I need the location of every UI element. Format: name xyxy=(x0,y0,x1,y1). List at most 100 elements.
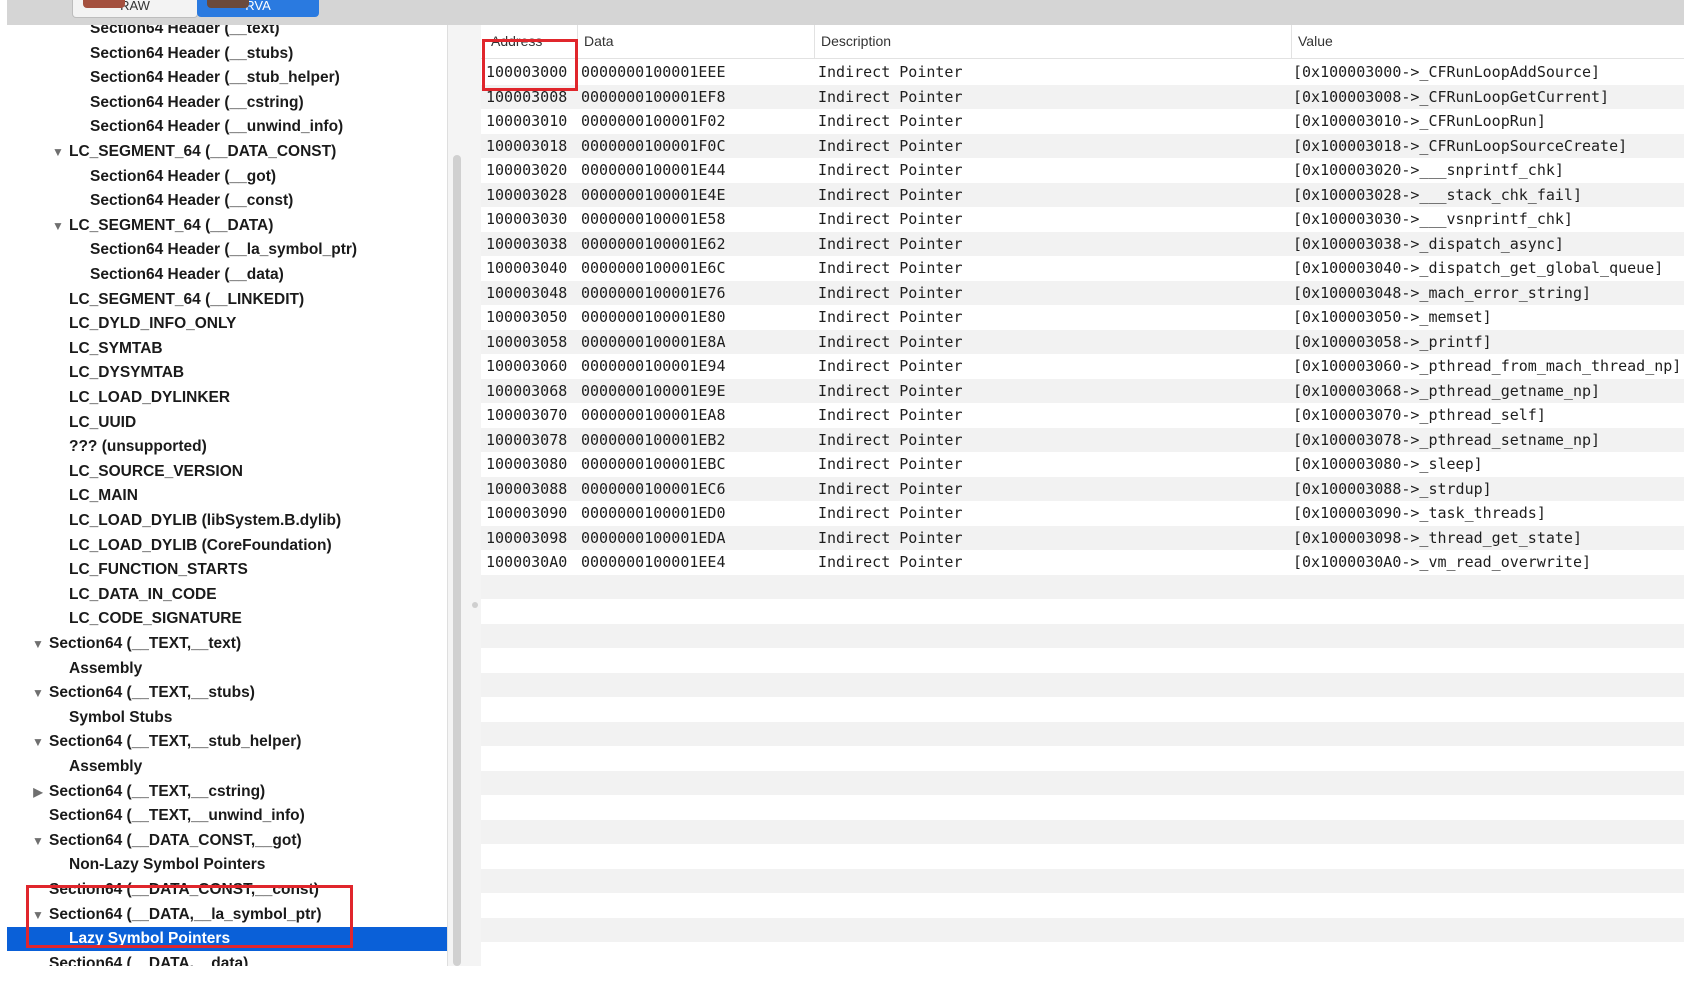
table-row[interactable]: 100003010 0000000100001F02 Indirect Pointe… xyxy=(481,109,1684,134)
column-header-value[interactable]: Value xyxy=(1291,25,1684,58)
empty-table-row[interactable] xyxy=(481,942,1684,966)
sidebar-tree-item[interactable]: LC_DYSYMTAB xyxy=(7,361,447,385)
table-row[interactable]: 100003058 0000000100001E8A Indirect Pointe… xyxy=(481,329,1684,354)
table-row[interactable]: 100003050 0000000100001E80 Indirect Pointe… xyxy=(481,305,1684,330)
tab-raw[interactable]: RAW xyxy=(72,0,198,18)
sidebar-tree-item[interactable]: ▶ Section64 (__TEXT,__cstring) xyxy=(7,780,447,804)
table-row[interactable]: 100003060 0000000100001E94 Indirect Pointe… xyxy=(481,354,1684,379)
empty-table-row[interactable] xyxy=(481,844,1684,869)
sidebar-tree-item[interactable]: LC_LOAD_DYLINKER xyxy=(7,386,447,410)
empty-table-row[interactable] xyxy=(481,868,1684,893)
sidebar-tree-item[interactable]: Assembly xyxy=(7,755,447,779)
sidebar-tree-item[interactable]: Section64 Header (__const) xyxy=(7,189,447,213)
sidebar-tree-item[interactable]: Lazy Symbol Pointers xyxy=(7,927,447,952)
sidebar-tree-item[interactable]: LC_SEGMENT_64 (__LINKEDIT) xyxy=(7,288,447,312)
empty-table-row[interactable] xyxy=(481,746,1684,771)
empty-table-row[interactable] xyxy=(481,917,1684,942)
empty-table-row[interactable] xyxy=(481,672,1684,697)
empty-table-row[interactable] xyxy=(481,893,1684,918)
sidebar-tree-item[interactable]: Section64 (__DATA,__data) xyxy=(7,952,447,966)
tab-rva[interactable]: RVA xyxy=(197,0,319,17)
disclosure-collapsed-icon[interactable]: ▶ xyxy=(31,780,45,804)
table-row[interactable]: 100003078 0000000100001EB2 Indirect Pointe… xyxy=(481,427,1684,452)
empty-table-row[interactable] xyxy=(481,574,1684,599)
disclosure-expanded-icon[interactable]: ▼ xyxy=(51,214,65,238)
table-row[interactable]: 100003000 0000000100001EEE Indirect Pointe… xyxy=(481,60,1684,85)
sidebar-tree-item-label: LC_LOAD_DYLIB (CoreFoundation) xyxy=(69,536,332,554)
sidebar-tree-item[interactable]: Section64 Header (__la_symbol_ptr) xyxy=(7,238,447,262)
disclosure-expanded-icon[interactable]: ▼ xyxy=(31,681,45,705)
sidebar-tree-item[interactable]: LC_CODE_SIGNATURE xyxy=(7,607,447,631)
sidebar-tree-item[interactable]: ??? (unsupported) xyxy=(7,435,447,459)
table-row[interactable]: 100003028 0000000100001E4E Indirect Pointe… xyxy=(481,182,1684,207)
empty-table-row[interactable] xyxy=(481,697,1684,722)
sidebar-tree-item[interactable]: Non-Lazy Symbol Pointers xyxy=(7,853,447,877)
sidebar-tree-item[interactable]: LC_FUNCTION_STARTS xyxy=(7,558,447,582)
column-header-data[interactable]: Data xyxy=(577,25,794,58)
sidebar-tree-item[interactable]: LC_SOURCE_VERSION xyxy=(7,460,447,484)
table-row[interactable]: 100003090 0000000100001ED0 Indirect Pointe… xyxy=(481,501,1684,526)
cell-description: Indirect Pointer xyxy=(818,283,963,302)
table-row[interactable]: 100003020 0000000100001E44 Indirect Pointe… xyxy=(481,158,1684,183)
split-view-divider[interactable] xyxy=(447,25,482,966)
sidebar-tree-item[interactable]: Section64 Header (__got) xyxy=(7,165,447,189)
empty-table-row[interactable] xyxy=(481,795,1684,820)
empty-table-row[interactable] xyxy=(481,623,1684,648)
sidebar-tree-item[interactable]: ▼ Section64 (__TEXT,__stub_helper) xyxy=(7,730,447,754)
sidebar-tree-item[interactable]: Section64 Header (__stub_helper) xyxy=(7,66,447,90)
cell-description: Indirect Pointer xyxy=(818,234,963,253)
column-header-address[interactable]: Address xyxy=(485,25,571,58)
table-row[interactable]: 100003018 0000000100001F0C Indirect Pointe… xyxy=(481,133,1684,158)
cell-value: [0x100003020->___snprintf_chk] xyxy=(1293,161,1564,179)
table-row[interactable]: 100003030 0000000100001E58 Indirect Pointe… xyxy=(481,207,1684,232)
table-row[interactable]: 100003068 0000000100001E9E Indirect Pointe… xyxy=(481,378,1684,403)
sidebar-tree-item[interactable]: Symbol Stubs xyxy=(7,706,447,730)
sidebar-tree-item[interactable]: ▼ LC_SEGMENT_64 (__DATA_CONST) xyxy=(7,140,447,164)
sidebar-tree-item[interactable]: LC_LOAD_DYLIB (CoreFoundation) xyxy=(7,534,447,558)
disclosure-expanded-icon[interactable]: ▼ xyxy=(31,730,45,754)
sidebar-tree-item[interactable]: Section64 (__TEXT,__unwind_info) xyxy=(7,804,447,828)
sidebar-tree-item[interactable]: ▼ Section64 (__DATA_CONST,__got) xyxy=(7,829,447,853)
empty-table-row[interactable] xyxy=(481,819,1684,844)
sidebar-tree-item[interactable]: Section64 Header (__cstring) xyxy=(7,91,447,115)
cell-description: Indirect Pointer xyxy=(818,210,963,228)
table-row[interactable]: 1000030A0 0000000100001EE4 Indirect Pointe… xyxy=(481,550,1684,575)
sidebar-tree-item[interactable]: LC_DATA_IN_CODE xyxy=(7,583,447,607)
sidebar-tree-item[interactable]: Section64 Header (__unwind_info) xyxy=(7,115,447,139)
sidebar-tree-item[interactable]: ▼ LC_SEGMENT_64 (__DATA) xyxy=(7,214,447,238)
disclosure-expanded-icon[interactable]: ▼ xyxy=(31,903,45,927)
table-row[interactable]: 100003098 0000000100001EDA Indirect Pointe… xyxy=(481,525,1684,550)
table-row[interactable]: 100003080 0000000100001EBC Indirect Pointe… xyxy=(481,452,1684,477)
empty-table-row[interactable] xyxy=(481,770,1684,795)
empty-table-row[interactable] xyxy=(481,599,1684,624)
column-header-description[interactable]: Description xyxy=(814,25,1301,58)
empty-table-row[interactable] xyxy=(481,648,1684,673)
sidebar-tree-item[interactable]: LC_UUID xyxy=(7,411,447,435)
sidebar-tree-item[interactable]: LC_DYLD_INFO_ONLY xyxy=(7,312,447,336)
sidebar-tree-item[interactable]: Assembly xyxy=(7,657,447,681)
disclosure-expanded-icon[interactable]: ▼ xyxy=(31,829,45,853)
sidebar-tree-item[interactable]: Section64 Header (__data) xyxy=(7,263,447,287)
table-row[interactable]: 100003040 0000000100001E6C Indirect Pointe… xyxy=(481,256,1684,281)
disclosure-expanded-icon[interactable]: ▼ xyxy=(51,140,65,164)
sidebar-tree-item[interactable]: ▼ Section64 (__TEXT,__text) xyxy=(7,632,447,656)
table-row[interactable]: 100003008 0000000100001EF8 Indirect Pointe… xyxy=(481,84,1684,109)
sidebar-tree-item[interactable]: ▼ Section64 (__TEXT,__stubs) xyxy=(7,681,447,705)
sidebar-tree-item[interactable]: Section64 Header (__stubs) xyxy=(7,42,447,66)
table-row[interactable]: 100003048 0000000100001E76 Indirect Pointe… xyxy=(481,280,1684,305)
sidebar-tree-item[interactable]: LC_MAIN xyxy=(7,484,447,508)
sidebar-tree-item[interactable]: LC_LOAD_DYLIB (libSystem.B.dylib) xyxy=(7,509,447,533)
sidebar-tree-item-label: LC_CODE_SIGNATURE xyxy=(69,610,242,628)
table-row[interactable]: 100003088 0000000100001EC6 Indirect Pointe… xyxy=(481,476,1684,501)
disclosure-expanded-icon[interactable]: ▼ xyxy=(31,632,45,656)
divider-grip-icon[interactable] xyxy=(472,602,478,608)
sidebar-tree-item[interactable]: LC_SYMTAB xyxy=(7,337,447,361)
sidebar-scrollbar-thumb[interactable] xyxy=(453,155,461,966)
empty-table-row[interactable] xyxy=(481,721,1684,746)
sidebar-tree-item[interactable]: Section64 (__DATA_CONST,__const) xyxy=(7,878,447,902)
sidebar-tree[interactable]: Section64 Header (__text) Section64 Heade… xyxy=(7,25,447,966)
sidebar-tree-item[interactable]: ▼ Section64 (__DATA,__la_symbol_ptr) xyxy=(7,903,447,927)
table-row[interactable]: 100003038 0000000100001E62 Indirect Pointe… xyxy=(481,231,1684,256)
table-row[interactable]: 100003070 0000000100001EA8 Indirect Pointe… xyxy=(481,403,1684,428)
sidebar-tree-item[interactable]: Section64 Header (__text) xyxy=(7,25,447,41)
